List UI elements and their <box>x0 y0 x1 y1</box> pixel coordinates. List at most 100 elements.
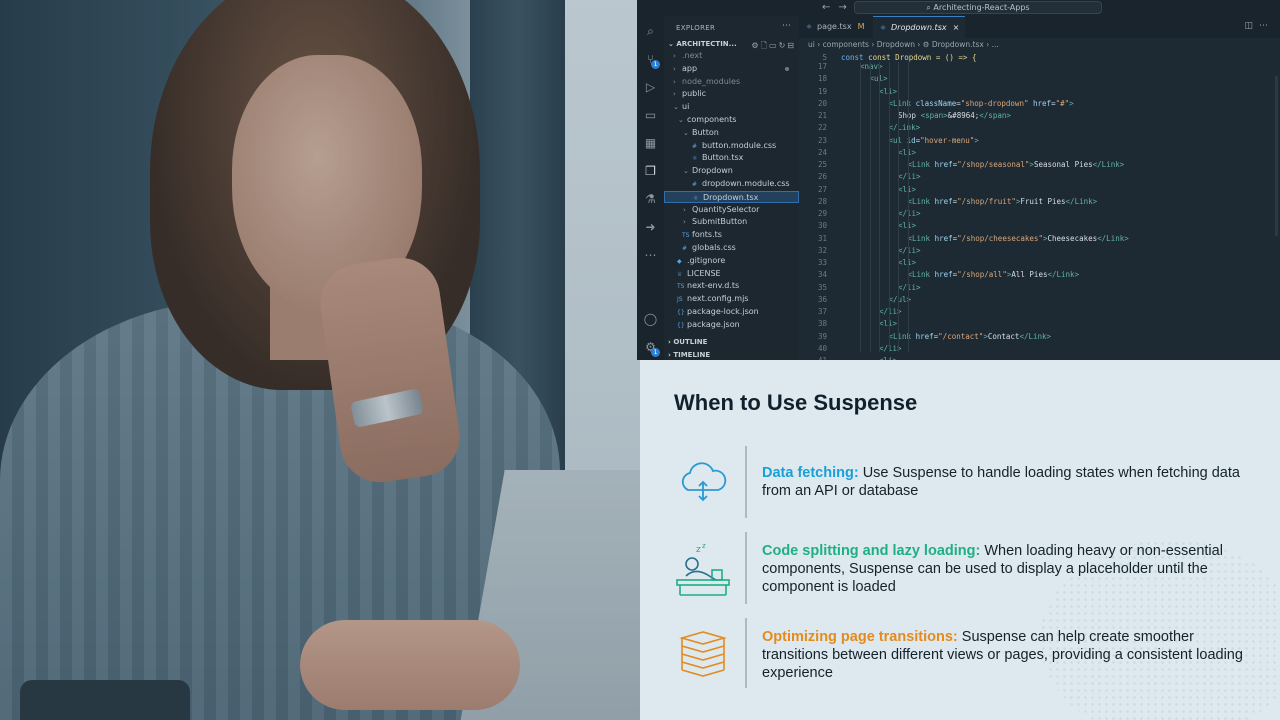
modified-dot <box>785 66 789 71</box>
file-tree-label: package-lock.json <box>687 307 759 316</box>
file-tree-item[interactable]: JS next.config.mjs <box>673 293 748 306</box>
outline-section[interactable]: › OUTLINE <box>668 338 707 346</box>
forward-arrow-icon[interactable]: → <box>838 2 854 13</box>
file-tree-item[interactable]: ◆ .gitignore <box>673 255 725 268</box>
explorer-more-icon[interactable]: ⋯ <box>782 21 791 31</box>
line-number: 24 <box>817 147 827 157</box>
run-debug-icon[interactable]: ▷ <box>643 80 658 95</box>
close-tab-icon[interactable]: × <box>953 23 960 32</box>
new-file-icon[interactable]: 🗋 <box>761 41 769 50</box>
back-arrow-icon[interactable]: ← <box>822 2 838 13</box>
share-arrow-icon[interactable]: ➜ <box>643 220 658 235</box>
chevron-down-icon: ⌄ <box>668 40 674 48</box>
file-tree-item[interactable]: ⌄ Button <box>683 127 719 140</box>
sticky-line-number: 5 <box>822 53 827 62</box>
project-folder-header[interactable]: ⌄ ARCHITECTIN... ⚙🗋▭↻⊟ <box>668 40 799 50</box>
file-tree-item[interactable]: › public <box>673 88 706 101</box>
file-tree-label: app <box>682 63 698 73</box>
json-file-icon: {} <box>677 309 685 316</box>
chevron-down-icon: ⌄ <box>673 103 679 112</box>
file-tree-item[interactable]: › .next <box>673 50 702 63</box>
ts-file-icon: TS <box>677 283 685 291</box>
file-tree-item[interactable]: # button.module.css <box>688 140 776 153</box>
testing-flask-icon[interactable]: ⚗ <box>643 192 658 207</box>
chevron-down-icon: ⌄ <box>683 167 689 176</box>
slide-title: When to Use Suspense <box>674 390 918 415</box>
breadcrumb[interactable]: ui › components › Dropdown › ⚙ Dropdown.… <box>808 40 999 49</box>
editor-scrollbar[interactable] <box>1275 76 1278 236</box>
code-line: </li> <box>898 209 921 218</box>
extensions-icon[interactable]: ▦ <box>643 136 658 151</box>
file-tree-item[interactable]: › QuantitySelector <box>683 204 759 217</box>
line-number: 37 <box>817 307 827 316</box>
split-editor-icon[interactable]: ◫ <box>1244 21 1259 31</box>
tab-page-tsx[interactable]: ⚛ page.tsx M <box>799 16 873 38</box>
file-tree-item[interactable]: ⚛ Button.tsx <box>688 152 743 165</box>
line-number: 30 <box>817 221 827 231</box>
remote-explorer-icon[interactable]: ▭ <box>643 108 658 123</box>
vscode-window: ←→ ⌕ Architecting-React-Apps ⌕ ⑂ 1 ▷ ▭ ▦… <box>637 0 1280 360</box>
file-tree-label: Dropdown.tsx <box>703 192 759 202</box>
code-line: </li> <box>898 245 921 255</box>
file-tree-item[interactable]: ⌄ Dropdown <box>683 165 733 178</box>
line-number: 19 <box>817 86 827 96</box>
file-tree-item[interactable]: TS next-env.d.ts <box>673 280 739 293</box>
chevron-right-icon: › <box>673 64 676 73</box>
indent-guide <box>870 62 871 352</box>
line-number: 40 <box>817 343 827 353</box>
photo-tint <box>0 0 640 720</box>
file-tree-item[interactable]: ♕ LICENSE <box>673 268 721 281</box>
search-icon: ⌕ <box>926 3 931 12</box>
editor-more-icon[interactable]: ⋯ <box>1259 21 1274 31</box>
code-editor[interactable]: ⚛ page.tsx M ⚛ Dropdown.tsx × ◫⋯ ui › comp… <box>799 16 1280 360</box>
timeline-section[interactable]: › TIMELINE <box>668 351 710 359</box>
code-line: <Link className="shop-dropdown" href="#"… <box>888 98 1074 108</box>
file-tree-item[interactable]: # dropdown.module.css <box>688 178 790 191</box>
file-tree-item[interactable]: {} package-lock.json <box>673 306 759 319</box>
chevron-down-icon: ⌄ <box>683 128 689 137</box>
use-case-text: Code splitting and lazy loading: When lo… <box>762 542 1262 596</box>
line-number: 36 <box>817 294 827 304</box>
indent-guide <box>879 62 880 352</box>
history-nav: ←→ <box>822 2 855 13</box>
file-tree-label: package.json <box>687 319 740 329</box>
line-number: 22 <box>817 123 827 133</box>
chevron-right-icon: › <box>668 338 671 346</box>
file-tree-label: next-env.d.ts <box>687 281 740 291</box>
file-tree-item[interactable]: # globals.css <box>678 242 736 255</box>
css-file-icon: # <box>692 142 698 150</box>
file-tree-label: LICENSE <box>687 268 721 278</box>
tsx-file-icon: ⚛ <box>806 23 813 31</box>
line-number: 26 <box>817 172 827 182</box>
use-case-text: Optimizing page transitions: Suspense ca… <box>762 628 1262 682</box>
file-tree-item[interactable]: TS fonts.ts <box>678 229 722 242</box>
file-tree-item[interactable]: › app <box>673 63 697 76</box>
more-icon[interactable]: ⋯ <box>643 248 658 263</box>
new-folder-icon[interactable]: ▭ <box>769 41 779 50</box>
command-center-search[interactable]: ⌕ Architecting-React-Apps <box>854 1 1102 14</box>
use-case-lead: Optimizing page transitions: <box>762 629 958 645</box>
code-line: </li> <box>898 282 921 292</box>
files-icon[interactable]: ❐ <box>643 164 658 179</box>
line-number: 38 <box>817 319 827 329</box>
file-tree-item[interactable]: {} package.json <box>673 319 740 332</box>
command-center-label: Architecting-React-Apps <box>933 3 1030 12</box>
account-icon[interactable]: ◯ <box>643 312 658 327</box>
file-tree-item[interactable]: ⌄ components <box>678 114 736 127</box>
css-file-icon: # <box>682 245 688 252</box>
sleeping-at-desk-icon: z z <box>674 540 732 598</box>
line-number: 27 <box>817 184 827 194</box>
code-line: <Link href="/contact">Contact</Link> <box>888 331 1052 341</box>
row-divider <box>745 618 747 688</box>
file-tree-item[interactable]: › SubmitButton <box>683 216 747 229</box>
collapse-all-icon[interactable]: ⊟ <box>787 41 796 50</box>
file-tree-item[interactable]: ⚛ Dropdown.tsx <box>664 190 799 204</box>
file-tree-item[interactable]: ⌄ ui <box>673 101 689 114</box>
explorer-search-icon[interactable]: ⌕ <box>643 24 658 39</box>
tab-dropdown-tsx[interactable]: ⚛ Dropdown.tsx × <box>873 16 965 38</box>
indent-guide <box>908 62 909 352</box>
activity-bar: ⌕ ⑂ 1 ▷ ▭ ▦ ❐ ⚗ ➜ ⋯ ◯ ⚙ 1 <box>637 16 664 360</box>
refresh-icon[interactable]: ↻ <box>779 41 788 50</box>
settings-icon[interactable]: ⚙ <box>751 41 760 50</box>
file-tree-item[interactable]: › node_modules <box>673 76 740 89</box>
